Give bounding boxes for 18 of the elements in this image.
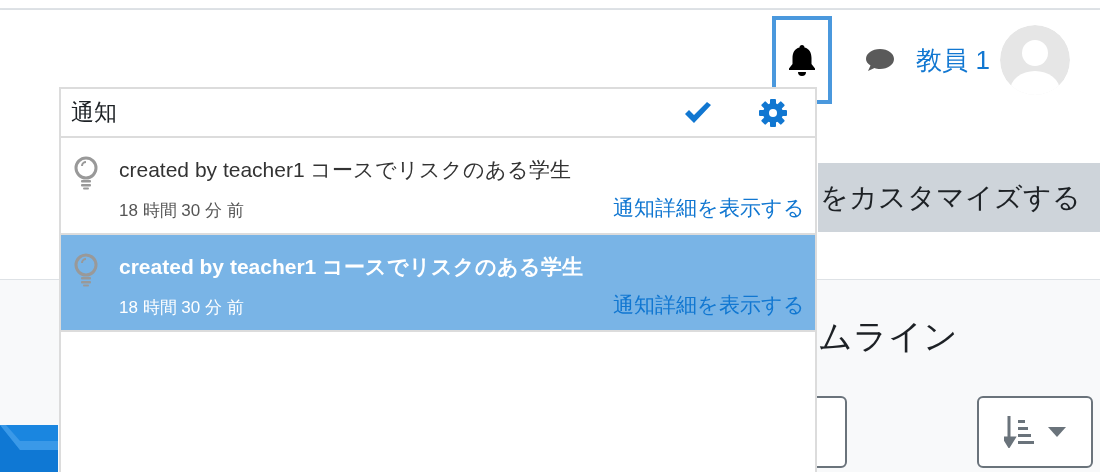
caret-icon [1048, 427, 1066, 437]
settings-icon[interactable] [759, 98, 787, 127]
user-name-link[interactable]: 教員 1 [916, 40, 990, 80]
lightbulb-icon [73, 253, 99, 287]
notification-details-link[interactable]: 通知詳細を表示する [613, 192, 805, 224]
checkmark-icon[interactable] [683, 100, 713, 125]
popover-title: 通知 [71, 98, 117, 128]
notification-text: created by teacher1 コースでリスクのある学生 [119, 254, 585, 281]
customize-button[interactable]: をカスタマイズする [818, 163, 1100, 232]
notification-text: created by teacher1 コースでリスクのある学生 [119, 157, 573, 183]
sort-icon [1004, 416, 1034, 448]
section-heading: ムライン [818, 316, 959, 357]
sort-button[interactable] [977, 396, 1093, 468]
bell-icon [788, 43, 817, 77]
notification-time: 18 時間 30 分 前 [119, 200, 244, 222]
lightbulb-icon [73, 156, 99, 190]
notification-time: 18 時間 30 分 前 [119, 297, 244, 319]
chat-icon[interactable] [864, 47, 897, 73]
